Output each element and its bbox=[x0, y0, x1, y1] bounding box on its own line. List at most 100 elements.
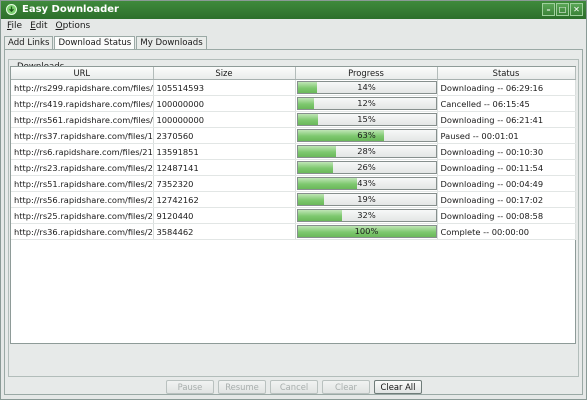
table-body: http://rs299.rapidshare.com/files/164...… bbox=[11, 79, 576, 240]
progress-cell: 15% bbox=[295, 111, 438, 128]
progress-label: 100% bbox=[354, 226, 379, 236]
progress-label: 43% bbox=[357, 178, 376, 188]
window-title: Easy Downloader bbox=[22, 4, 119, 15]
progress-cell: 43% bbox=[295, 175, 438, 192]
progress-bar: 63% bbox=[296, 129, 436, 142]
table-row[interactable]: http://rs36.rapidshare.com/files/2225...… bbox=[11, 223, 576, 240]
url-cell: http://rs561.rapidshare.com/files/163... bbox=[11, 111, 154, 128]
progress-label: 12% bbox=[357, 98, 376, 108]
column-header-progress[interactable]: Progress bbox=[295, 67, 438, 80]
table-row[interactable]: http://rs37.rapidshare.com/files/1337...… bbox=[11, 127, 576, 144]
column-header-url[interactable]: URL bbox=[11, 67, 154, 80]
status-cell: Downloading -- 06:29:16 bbox=[437, 79, 576, 96]
table-header-row: URL Size Progress Status bbox=[11, 67, 576, 80]
url-cell: http://rs25.rapidshare.com/files/2197... bbox=[11, 207, 154, 224]
url-cell: http://rs37.rapidshare.com/files/1337... bbox=[11, 127, 154, 144]
progress-label: 28% bbox=[357, 146, 376, 156]
table-row[interactable]: http://rs299.rapidshare.com/files/164...… bbox=[11, 79, 576, 96]
url-cell: http://rs6.rapidshare.com/files/21972... bbox=[11, 143, 154, 160]
status-cell: Cancelled -- 06:15:45 bbox=[437, 95, 576, 112]
table-row[interactable]: http://rs419.rapidshare.com/files/163...… bbox=[11, 95, 576, 112]
menu-bar: File Edit Options bbox=[3, 20, 94, 34]
progress-cell: 100% bbox=[295, 223, 438, 240]
progress-bar: 100% bbox=[296, 225, 436, 238]
progress-bar: 19% bbox=[296, 193, 436, 206]
table-row[interactable]: http://rs6.rapidshare.com/files/21972...… bbox=[11, 143, 576, 160]
status-cell: Complete -- 00:00:00 bbox=[437, 223, 576, 240]
progress-bar: 28% bbox=[296, 145, 436, 158]
url-cell: http://rs51.rapidshare.com/files/2197... bbox=[11, 175, 154, 192]
progress-bar: 32% bbox=[296, 209, 436, 222]
minimize-button[interactable]: – bbox=[542, 3, 555, 16]
action-button-row: Pause Resume Cancel Clear Clear All bbox=[166, 380, 422, 394]
table-row[interactable]: http://rs56.rapidshare.com/files/2197...… bbox=[11, 191, 576, 208]
progress-bar: 12% bbox=[296, 97, 436, 110]
progress-cell: 12% bbox=[295, 95, 438, 112]
status-cell: Downloading -- 00:10:30 bbox=[437, 143, 576, 160]
size-cell: 3584462 bbox=[153, 223, 296, 240]
menu-options[interactable]: Options bbox=[52, 20, 95, 34]
app-logo-icon bbox=[6, 4, 17, 15]
progress-label: 32% bbox=[357, 210, 376, 220]
column-header-size[interactable]: Size bbox=[153, 67, 296, 80]
url-cell: http://rs56.rapidshare.com/files/2197... bbox=[11, 191, 154, 208]
menu-edit[interactable]: Edit bbox=[26, 20, 51, 34]
status-cell: Downloading -- 00:11:54 bbox=[437, 159, 576, 176]
progress-label: 19% bbox=[357, 194, 376, 204]
downloads-table[interactable]: URL Size Progress Status http://rs299.ra… bbox=[10, 66, 576, 344]
progress-cell: 28% bbox=[295, 143, 438, 160]
size-cell: 7352320 bbox=[153, 175, 296, 192]
column-header-status[interactable]: Status bbox=[437, 67, 576, 80]
cancel-button[interactable]: Cancel bbox=[270, 380, 318, 394]
progress-bar: 15% bbox=[296, 113, 436, 126]
tab-my-downloads[interactable]: My Downloads bbox=[136, 36, 207, 50]
url-cell: http://rs299.rapidshare.com/files/164... bbox=[11, 79, 154, 96]
close-button[interactable]: ✕ bbox=[570, 3, 583, 16]
size-cell: 2370560 bbox=[153, 127, 296, 144]
tab-add-links[interactable]: Add Links bbox=[4, 36, 54, 50]
status-cell: Downloading -- 00:04:49 bbox=[437, 175, 576, 192]
status-cell: Paused -- 00:01:01 bbox=[437, 127, 576, 144]
status-cell: Downloading -- 06:21:41 bbox=[437, 111, 576, 128]
progress-cell: 63% bbox=[295, 127, 438, 144]
progress-label: 26% bbox=[357, 162, 376, 172]
table-row[interactable]: http://rs51.rapidshare.com/files/2197...… bbox=[11, 175, 576, 192]
clear-all-button[interactable]: Clear All bbox=[374, 380, 422, 394]
title-bar: Easy Downloader – □ ✕ bbox=[1, 1, 586, 19]
size-cell: 9120440 bbox=[153, 207, 296, 224]
size-cell: 13591851 bbox=[153, 143, 296, 160]
progress-label: 15% bbox=[357, 114, 376, 124]
status-cell: Downloading -- 00:17:02 bbox=[437, 191, 576, 208]
progress-cell: 19% bbox=[295, 191, 438, 208]
progress-bar: 26% bbox=[296, 161, 436, 174]
status-cell: Downloading -- 00:08:58 bbox=[437, 207, 576, 224]
maximize-button[interactable]: □ bbox=[556, 3, 569, 16]
pause-button[interactable]: Pause bbox=[166, 380, 214, 394]
table-row[interactable]: http://rs25.rapidshare.com/files/2197...… bbox=[11, 207, 576, 224]
size-cell: 12742162 bbox=[153, 191, 296, 208]
menu-file[interactable]: File bbox=[3, 20, 26, 34]
progress-bar: 14% bbox=[296, 81, 436, 94]
size-cell: 105514593 bbox=[153, 79, 296, 96]
table-row[interactable]: http://rs561.rapidshare.com/files/163...… bbox=[11, 111, 576, 128]
progress-label: 63% bbox=[357, 130, 376, 140]
size-cell: 12487141 bbox=[153, 159, 296, 176]
size-cell: 100000000 bbox=[153, 95, 296, 112]
app-window: Easy Downloader – □ ✕ File Edit Options … bbox=[0, 0, 587, 400]
close-icon: ✕ bbox=[573, 4, 580, 14]
progress-bar: 43% bbox=[296, 177, 436, 190]
maximize-icon: □ bbox=[558, 4, 567, 14]
table-row[interactable]: http://rs23.rapidshare.com/files/2197...… bbox=[11, 159, 576, 176]
resume-button[interactable]: Resume bbox=[218, 380, 266, 394]
url-cell: http://rs36.rapidshare.com/files/2225... bbox=[11, 223, 154, 240]
progress-label: 14% bbox=[357, 82, 376, 92]
menu-file-label: ile bbox=[11, 21, 23, 31]
size-cell: 100000000 bbox=[153, 111, 296, 128]
url-cell: http://rs419.rapidshare.com/files/163... bbox=[11, 95, 154, 112]
minimize-icon: – bbox=[546, 4, 551, 14]
progress-cell: 26% bbox=[295, 159, 438, 176]
progress-cell: 32% bbox=[295, 207, 438, 224]
clear-button[interactable]: Clear bbox=[322, 380, 370, 394]
url-cell: http://rs23.rapidshare.com/files/2197... bbox=[11, 159, 154, 176]
progress-cell: 14% bbox=[295, 79, 438, 96]
